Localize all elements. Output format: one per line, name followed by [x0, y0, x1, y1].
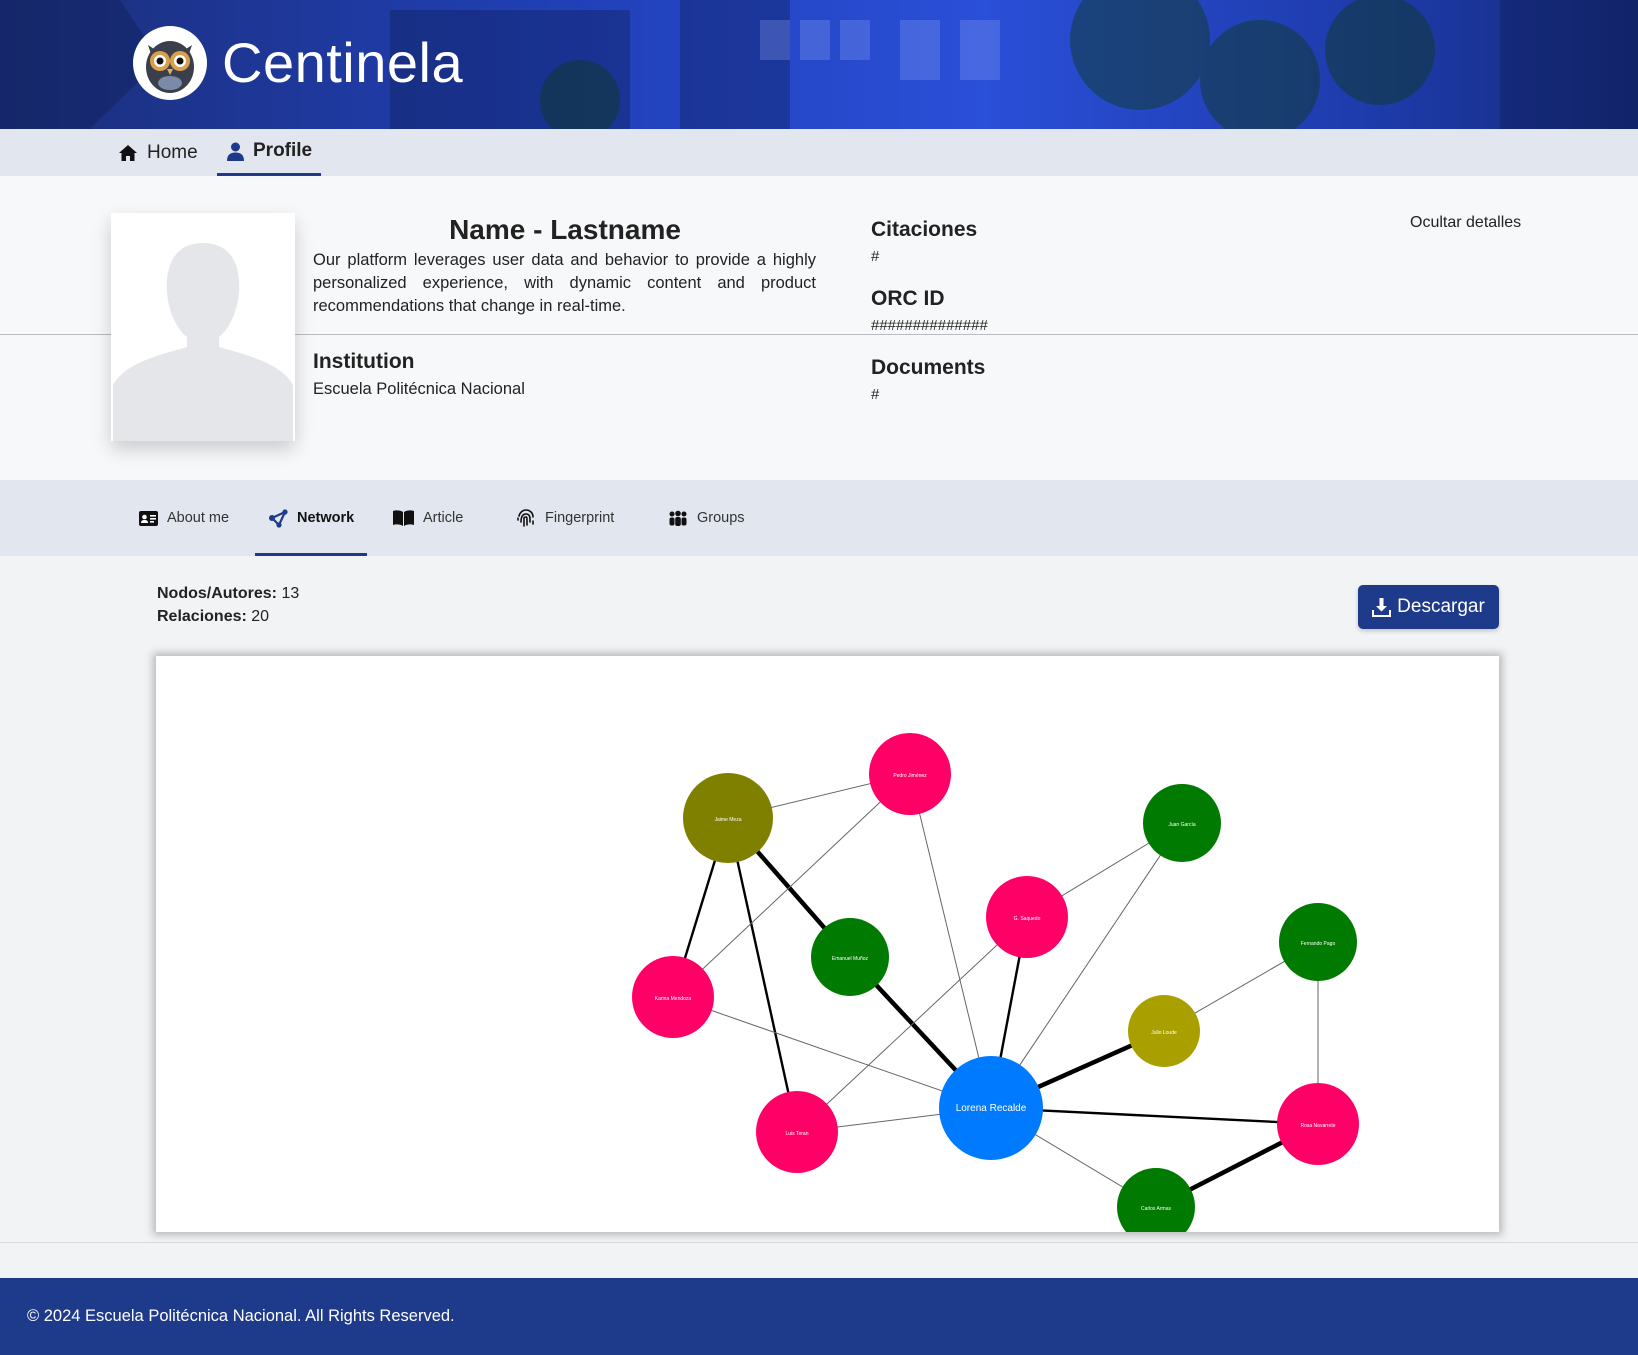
graph-node-label: Emanuel Muñoz [832, 956, 869, 962]
graph-node-label: Karina Mendoza [655, 996, 692, 1002]
tab-about-me[interactable]: About me [139, 480, 229, 556]
tab-network-label: Network [297, 510, 355, 526]
avatar [111, 213, 295, 441]
graph-node-julio[interactable]: Julio Loude [1128, 995, 1200, 1067]
graph-node-label: Fernando Pago [1301, 941, 1336, 947]
relations-stat-value: 20 [251, 608, 270, 625]
app-title: Centinela [222, 31, 464, 94]
tab-fingerprint[interactable]: Fingerprint [516, 480, 614, 556]
top-navigation: Home Profile [0, 129, 1638, 176]
graph-node-label: Luis Teran [786, 1131, 809, 1137]
network-icon [269, 508, 288, 528]
graph-node-carlos[interactable]: Carlos Armas [1117, 1168, 1195, 1232]
hide-details-toggle[interactable]: Ocultar detalles [1410, 214, 1521, 232]
download-icon [1372, 597, 1392, 617]
documents-value: # [871, 386, 880, 403]
tab-article[interactable]: Article [393, 480, 463, 556]
download-label: Descargar [1397, 596, 1485, 617]
nodes-stat-value: 13 [281, 585, 300, 602]
graph-node-rosa[interactable]: Rosa Navarrete [1277, 1083, 1359, 1165]
groups-icon [669, 510, 687, 526]
tab-groups-label: Groups [697, 510, 745, 526]
graph-node-karina[interactable]: Karina Mendoza [632, 956, 714, 1038]
id-card-icon [139, 510, 158, 526]
nav-profile-label: Profile [253, 140, 313, 161]
graph-node-label: Jaime Meza [715, 817, 742, 823]
home-icon [119, 144, 137, 161]
graph-node-label: Lorena Recalde [956, 1103, 1027, 1114]
divider [0, 1242, 1638, 1243]
tab-groups[interactable]: Groups [668, 480, 745, 556]
graph-node-circle[interactable] [1117, 1168, 1195, 1232]
institution-value: Escuela Politécnica Nacional [313, 380, 525, 398]
network-graph-canvas[interactable]: Lorena Recalde Jaime Meza Pedro Jiménez Jua… [156, 656, 1499, 1232]
graph-node-label: Juan García [1168, 822, 1195, 828]
graph-node-juan[interactable]: Juan García [1143, 784, 1221, 862]
graph-node-label: Julio Loude [1151, 1030, 1177, 1036]
nav-profile[interactable]: Profile [217, 129, 321, 176]
graph-node-luis[interactable]: Luis Teran [756, 1091, 838, 1173]
graph-node-fernando[interactable]: Fernando Pago [1279, 903, 1357, 981]
citations-label: Citaciones [871, 218, 978, 241]
user-icon [227, 142, 244, 161]
graph-node-pedro[interactable]: Pedro Jiménez [869, 733, 951, 815]
tab-about-me-label: About me [167, 510, 230, 526]
tab-article-label: Article [423, 510, 464, 526]
graph-node-lorena[interactable]: Lorena Recalde [939, 1056, 1043, 1160]
owl-logo[interactable] [133, 26, 207, 100]
graph-node-gsaq[interactable]: G. Saquedo [986, 876, 1068, 958]
footer-copyright: © 2024 Escuela Politécnica Nacional. All… [27, 1307, 455, 1325]
nodes-stat-label: Nodos/Autores: [157, 585, 277, 602]
header-banner: Centinela [0, 0, 1638, 129]
graph-node-emanuel[interactable]: Emanuel Muñoz [811, 918, 889, 996]
nav-home[interactable]: Home [118, 129, 198, 176]
institution-label: Institution [313, 350, 415, 373]
documents-label: Documents [871, 356, 986, 379]
graph-node-label: Pedro Jiménez [893, 773, 927, 779]
nav-home-label: Home [147, 141, 198, 163]
citations-value: # [871, 248, 880, 265]
orcid-label: ORC ID [871, 287, 945, 310]
orcid-value: ############## [871, 317, 988, 334]
relations-stat-label: Relaciones: [157, 608, 247, 625]
network-graph[interactable]: Lorena Recalde Jaime Meza Pedro Jiménez Jua… [156, 656, 1499, 1232]
graph-node-label: Carlos Armas [1141, 1206, 1172, 1212]
graph-node-jaime[interactable]: Jaime Meza [683, 773, 773, 863]
book-icon [393, 510, 414, 526]
nodes-stat: Nodos/Autores: 13 [157, 585, 299, 603]
tab-fingerprint-label: Fingerprint [545, 510, 615, 526]
graph-edge-jaime-luis [726, 817, 799, 1133]
graph-node-label: Rosa Navarrete [1300, 1123, 1335, 1129]
profile-bio: Our platform leverages user data and beh… [313, 251, 816, 315]
fingerprint-icon [517, 509, 534, 527]
tab-network[interactable]: Network [255, 480, 367, 556]
relations-stat: Relaciones: 20 [157, 608, 269, 626]
profile-tabs: About me Network Article Fingerprint Gro… [0, 480, 1638, 556]
profile-name: Name - Lastname [449, 214, 681, 245]
graph-node-label: G. Saquedo [1014, 916, 1041, 922]
download-button[interactable]: Descargar [1358, 585, 1499, 629]
